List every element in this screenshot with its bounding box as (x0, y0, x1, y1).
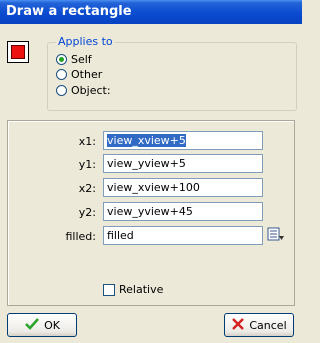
radio-object[interactable]: Object: (56, 83, 111, 97)
radio-object-button[interactable] (56, 84, 67, 96)
radio-other-label: Other (71, 67, 103, 81)
check-icon (24, 317, 40, 334)
dialog-window: Draw a rectangle Applies to Self Other O… (0, 0, 302, 343)
y2-field[interactable]: view_yview+45 (103, 202, 263, 221)
x1-label: x1: (78, 135, 96, 148)
x1-field[interactable]: view_xview+5 (103, 131, 263, 150)
y1-label: y1: (78, 158, 96, 171)
cancel-button[interactable]: Cancel (224, 313, 294, 337)
ok-label: OK (44, 318, 60, 332)
radio-other-button[interactable] (56, 68, 67, 80)
y2-label: y2: (78, 206, 96, 219)
x1-value: view_xview+5 (107, 134, 186, 147)
x2-field[interactable]: view_xview+100 (103, 178, 263, 197)
y1-field[interactable]: view_yview+5 (103, 154, 263, 173)
relative-checkbox[interactable]: Relative (103, 283, 163, 296)
radio-object-label: Object: (71, 83, 111, 97)
ok-button[interactable]: OK (7, 313, 77, 337)
relative-label: Relative (119, 283, 164, 296)
applies-to-legend: Applies to (56, 35, 115, 48)
menu-browse-icon[interactable] (267, 227, 285, 243)
cancel-label: Cancel (249, 318, 287, 332)
filled-label: filled: (65, 230, 97, 243)
radio-self[interactable]: Self (56, 52, 92, 66)
window-title: Draw a rectangle (6, 4, 132, 19)
radio-self-label: Self (71, 52, 92, 66)
radio-self-button[interactable] (56, 53, 67, 65)
x2-label: x2: (78, 182, 96, 195)
radio-other[interactable]: Other (56, 67, 102, 81)
filled-field[interactable]: filled (103, 226, 263, 245)
close-icon (231, 317, 245, 334)
title-bar: Draw a rectangle (0, 0, 302, 24)
rectangle-action-icon (7, 41, 29, 63)
red-square-icon (11, 45, 25, 59)
relative-check-box[interactable] (103, 283, 115, 296)
